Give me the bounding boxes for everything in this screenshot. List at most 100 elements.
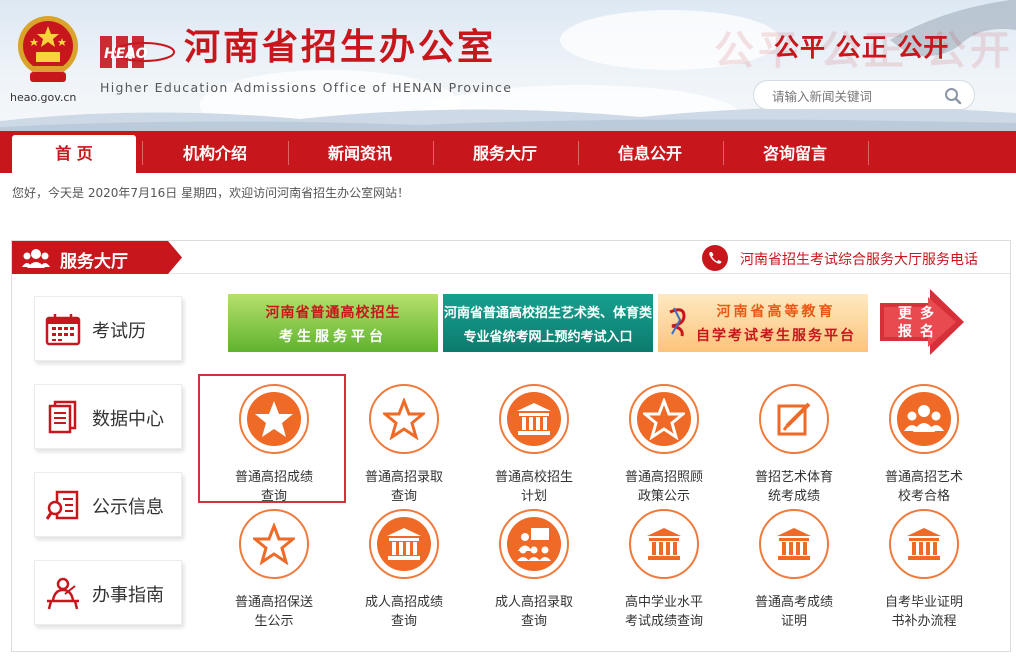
service-label: 普通高招照顾	[624, 470, 703, 485]
page: heao.gov.cn HEAO 河南省招生办公室 Higher Educati…	[0, 0, 1016, 657]
banner-line: 河南省普通高校招生艺术类、体育类	[443, 306, 652, 321]
service-icon-circle	[499, 509, 569, 579]
admission-query-service[interactable]: 普通高招录取 查询	[339, 384, 469, 509]
service-label: 自考毕业证明	[884, 595, 963, 610]
search-input[interactable]	[772, 87, 942, 105]
student-service-platform-banner[interactable]: 河南省普通高校招生 考生服务平台	[228, 294, 438, 352]
score-query-service[interactable]: 普通高招成绩 查询	[209, 384, 339, 509]
service-label: 高中学业水平	[624, 595, 703, 610]
nav-item-consult[interactable]: 咨询留言	[730, 135, 860, 173]
star-outline-icon	[383, 398, 425, 440]
enrollment-plan-service[interactable]: 普通高校招生 计划	[469, 384, 599, 509]
service-label: 证明	[780, 614, 807, 629]
banner-line: 河南省高等教育	[716, 304, 836, 320]
search-box	[753, 80, 975, 110]
welcome-text: 您好，今天是 2020年7月16日 星期四，欢迎访问河南省招生办公室网站！	[12, 186, 410, 200]
calendar-icon	[45, 314, 81, 346]
service-icon-circle	[239, 509, 309, 579]
service-label: 生公示	[254, 614, 294, 629]
star-outline-icon	[253, 523, 295, 565]
service-label: 考试成绩查询	[624, 614, 703, 629]
more-registration-banner[interactable]: 更多 报名	[880, 289, 964, 355]
service-label: 普通高考成绩	[754, 595, 833, 610]
service-hall-panel: 服务大厅 河南省招生考试综合服务大厅服务电话 考试历 数据中心 公示信息 办事指…	[11, 240, 1011, 652]
data-center-button[interactable]: 数据中心	[34, 384, 182, 449]
service-icon-circle	[369, 384, 439, 454]
policy-notice-service[interactable]: 普通高招照顾 政策公示	[599, 384, 729, 509]
service-guide-button[interactable]: 办事指南	[34, 560, 182, 625]
more-label-top: 更多	[898, 303, 942, 323]
people-icon	[22, 249, 50, 268]
service-label: 普通高校招生	[494, 470, 573, 485]
nav-divider	[433, 141, 434, 165]
service-icon-circle	[629, 509, 699, 579]
building-icon	[387, 528, 421, 560]
public-notice-button[interactable]: 公示信息	[34, 472, 182, 537]
more-label-char: 名	[920, 324, 934, 340]
academic-level-score-service[interactable]: 高中学业水平 考试成绩查询	[599, 509, 729, 634]
search-icon[interactable]	[944, 87, 962, 105]
building-icon	[907, 528, 941, 560]
adult-admission-query-service[interactable]: 成人高招录取 查询	[469, 509, 599, 634]
service-icon-circle	[629, 384, 699, 454]
self-study-diploma-reissue-service[interactable]: 自考毕业证明 书补办流程	[859, 509, 989, 634]
exam-calendar-label: 考试历	[92, 321, 146, 342]
service-guide-label: 办事指南	[92, 585, 164, 606]
more-label-bottom: 报名	[898, 321, 942, 341]
service-label: 统考成绩	[767, 489, 820, 504]
star-icon	[255, 401, 293, 437]
nav-item-news[interactable]: 新闻资讯	[295, 135, 425, 173]
logo-text: HEAO	[104, 46, 148, 62]
public-notice-label: 公示信息	[92, 497, 164, 518]
building-icon	[647, 528, 681, 560]
service-label: 普通高招保送	[234, 595, 313, 610]
banner-line: 专业省统考网上预约考试入口	[463, 330, 633, 345]
service-label: 普通高招成绩	[234, 470, 313, 485]
nav-divider	[288, 141, 289, 165]
service-icon-circle	[499, 384, 569, 454]
adult-score-query-service[interactable]: 成人高招成绩 查询	[339, 509, 469, 634]
art-school-exam-service[interactable]: 普通高招艺术 校考合格	[859, 384, 989, 509]
service-label: 书补办流程	[891, 614, 957, 629]
edit-icon	[777, 402, 811, 436]
service-icon-circle	[889, 384, 959, 454]
service-label: 查询	[260, 489, 287, 504]
hotline-link[interactable]: 河南省招生考试综合服务大厅服务电话	[740, 249, 978, 269]
main-nav: 首 页 机构介绍 新闻资讯 服务大厅 信息公开 咨询留言	[0, 131, 1016, 173]
slogan: 公平 公正 公开	[774, 33, 950, 62]
art-sports-score-service[interactable]: 普招艺术体育 统考成绩	[729, 384, 859, 509]
more-label-char: 更	[898, 306, 912, 322]
service-icon-circle	[889, 509, 959, 579]
art-sports-exam-booking-banner[interactable]: 河南省普通高校招生艺术类、体育类 专业省统考网上预约考试入口	[443, 294, 653, 352]
service-label: 查询	[390, 489, 417, 504]
banner-line: 自学考试考生服务平台	[696, 328, 856, 344]
self-study-logo-icon	[669, 307, 686, 337]
nav-item-info-public[interactable]: 信息公开	[585, 135, 715, 173]
service-label: 成人高招成绩	[364, 595, 443, 610]
banner-line: 考生服务平台	[279, 329, 387, 345]
presentation-icon	[517, 528, 551, 561]
gaokao-score-certificate-service[interactable]: 普通高考成绩 证明	[729, 509, 859, 634]
group-icon	[904, 405, 944, 432]
nav-item-about[interactable]: 机构介绍	[150, 135, 280, 173]
service-icon-circle	[369, 509, 439, 579]
magnifier-document-icon	[45, 490, 79, 520]
service-label: 普通高招艺术	[884, 470, 963, 485]
self-study-exam-platform-banner[interactable]: 河南省高等教育 自学考试考生服务平台	[658, 294, 868, 352]
service-icon-circle	[759, 384, 829, 454]
nav-divider	[723, 141, 724, 165]
nav-item-home[interactable]: 首 页	[12, 135, 136, 173]
phone-icon	[702, 245, 728, 271]
star-icon	[643, 398, 685, 440]
more-label-char: 多	[920, 306, 934, 322]
service-icon-circle	[239, 384, 309, 454]
service-label: 计划	[520, 489, 547, 504]
exam-calendar-button[interactable]: 考试历	[34, 296, 182, 361]
more-label-char: 报	[898, 324, 912, 340]
recommended-students-service[interactable]: 普通高招保送 生公示	[209, 509, 339, 634]
service-label: 查询	[390, 614, 417, 629]
site-title: 河南省招生办公室	[184, 27, 497, 68]
building-icon	[777, 528, 811, 560]
nav-divider	[868, 141, 869, 165]
nav-item-service-hall[interactable]: 服务大厅	[440, 135, 570, 173]
